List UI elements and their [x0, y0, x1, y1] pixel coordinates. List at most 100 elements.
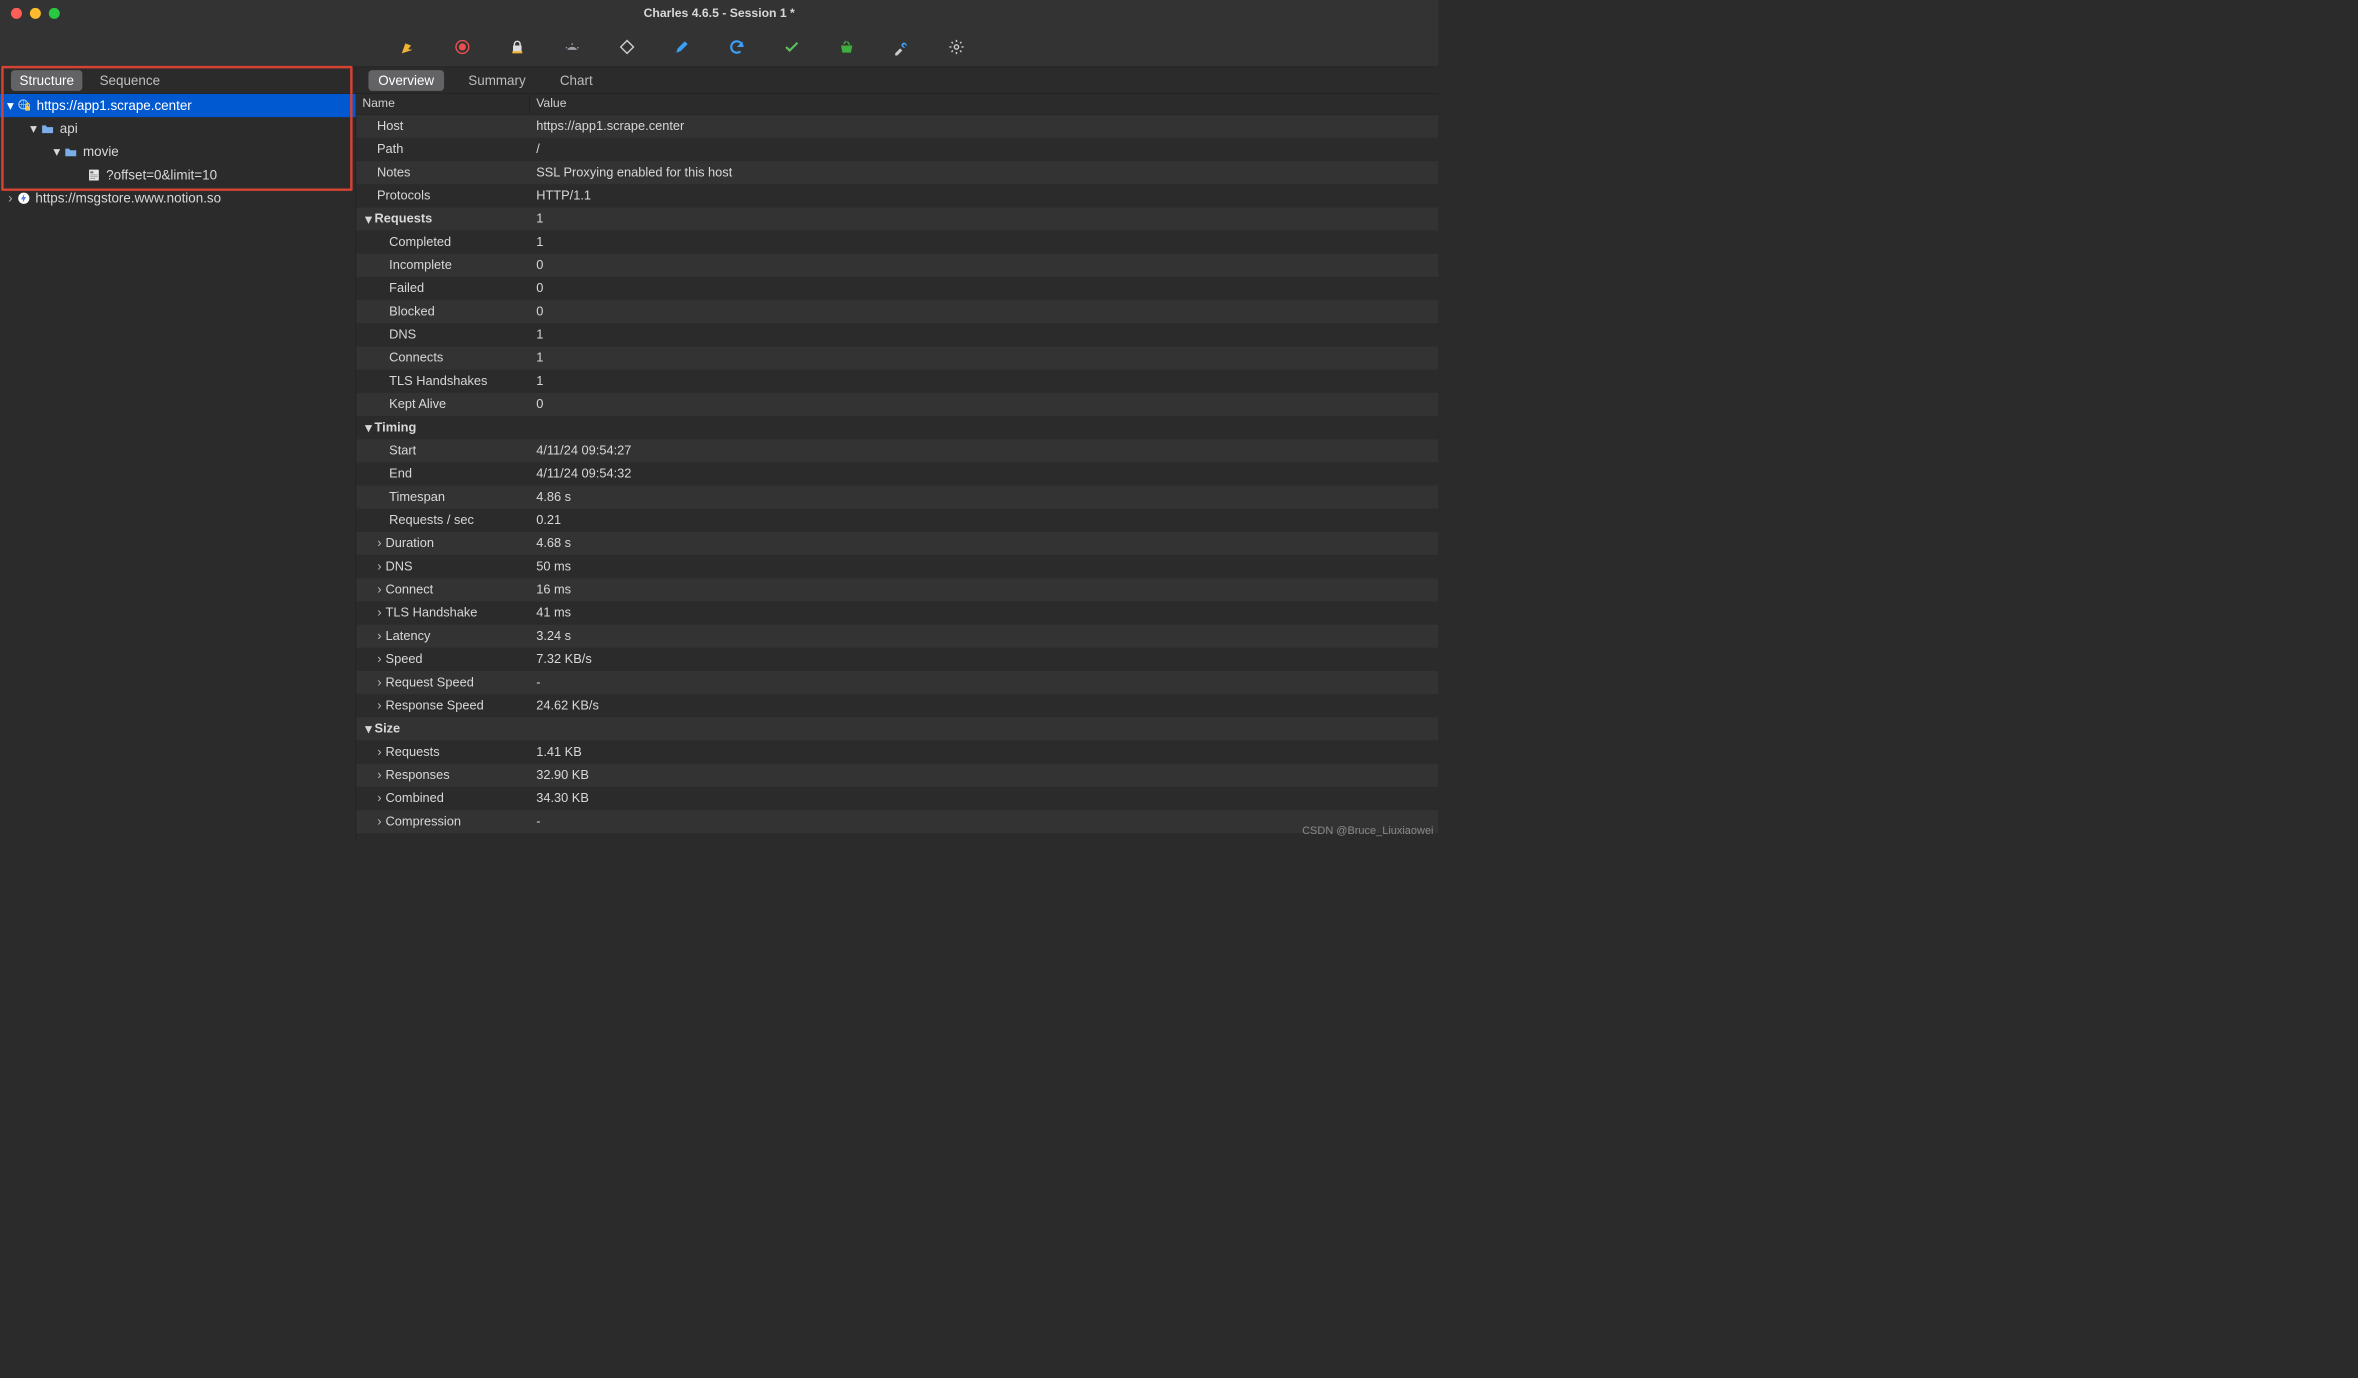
- folder-icon: [40, 123, 55, 135]
- cell-name: Protocols: [356, 188, 529, 203]
- chevron-right-icon[interactable]: ›: [373, 675, 385, 690]
- table-row[interactable]: ›TLS Handshake41 ms: [356, 601, 1438, 624]
- cell-value: 4.68 s: [529, 536, 1438, 551]
- table-row[interactable]: NotesSSL Proxying enabled for this host: [356, 161, 1438, 184]
- chevron-right-icon[interactable]: ›: [373, 583, 385, 598]
- chevron-right-icon[interactable]: ›: [373, 791, 385, 806]
- record-icon[interactable]: [453, 37, 473, 57]
- cell-name: Connects: [356, 351, 529, 366]
- table-row[interactable]: Connects1: [356, 346, 1438, 369]
- throttle-icon[interactable]: [562, 37, 582, 57]
- tree: ▾ https://app1.scrape.center ▾ api ▾ mov…: [0, 94, 356, 210]
- content-pane: Overview Summary Chart Name Value Hostht…: [356, 67, 1438, 840]
- window-minimize-button[interactable]: [30, 8, 41, 19]
- cell-name: Failed: [356, 281, 529, 296]
- table-row[interactable]: ›Compression-: [356, 810, 1438, 833]
- tree-request-item[interactable]: ?offset=0&limit=10: [0, 163, 356, 186]
- table-row[interactable]: Requests / sec0.21: [356, 509, 1438, 532]
- repeat-icon[interactable]: [727, 37, 747, 57]
- cell-name: Compression: [386, 814, 461, 829]
- col-name[interactable]: Name: [356, 94, 529, 114]
- table-row[interactable]: TLS Handshakes1: [356, 370, 1438, 393]
- table-row[interactable]: Blocked0: [356, 300, 1438, 323]
- chevron-down-icon[interactable]: ▾: [362, 211, 374, 226]
- table-row[interactable]: Path/: [356, 138, 1438, 161]
- tree-host-notion[interactable]: › https://msgstore.www.notion.so: [0, 187, 356, 210]
- tab-overview[interactable]: Overview: [368, 70, 443, 91]
- tree-folder-api[interactable]: ▾ api: [0, 117, 356, 140]
- table-row[interactable]: ›Duration 4.68 s: [356, 532, 1438, 555]
- cell-name: TLS Handshakes: [356, 374, 529, 389]
- table-row[interactable]: DNS1: [356, 323, 1438, 346]
- chevron-down-icon[interactable]: ▾: [362, 721, 374, 736]
- cell-name: Completed: [356, 235, 529, 250]
- chevron-right-icon[interactable]: ›: [373, 698, 385, 713]
- chevron-right-icon[interactable]: ›: [373, 606, 385, 621]
- window-zoom-button[interactable]: [49, 8, 60, 19]
- cell-value: 1: [529, 351, 1438, 366]
- tree-host-app1[interactable]: ▾ https://app1.scrape.center: [0, 94, 356, 117]
- tab-summary[interactable]: Summary: [459, 70, 536, 91]
- tree-folder-movie[interactable]: ▾ movie: [0, 140, 356, 163]
- table-row[interactable]: ›Requests1.41 KB: [356, 741, 1438, 764]
- table-row[interactable]: ›Latency3.24 s: [356, 625, 1438, 648]
- table-row[interactable]: ›Speed7.32 KB/s: [356, 648, 1438, 671]
- chevron-down-icon[interactable]: ▾: [5, 98, 16, 114]
- chevron-right-icon[interactable]: ›: [373, 559, 385, 574]
- ssl-proxy-icon[interactable]: [508, 37, 528, 57]
- table-row[interactable]: Completed1: [356, 231, 1438, 254]
- basket-icon[interactable]: [837, 37, 857, 57]
- cell-value: https://app1.scrape.center: [529, 119, 1438, 134]
- cell-name: Host: [356, 119, 529, 134]
- validate-icon[interactable]: [782, 37, 802, 57]
- chevron-right-icon[interactable]: ›: [5, 190, 16, 206]
- cell-name: Latency: [386, 629, 431, 644]
- chevron-right-icon[interactable]: ›: [373, 768, 385, 783]
- table-row[interactable]: Failed0: [356, 277, 1438, 300]
- chevron-right-icon[interactable]: ›: [373, 536, 385, 551]
- chevron-down-icon[interactable]: ▾: [51, 144, 62, 160]
- cell-value: 1: [529, 374, 1438, 389]
- table-row[interactable]: ›Connect16 ms: [356, 578, 1438, 601]
- table-row[interactable]: ›DNS50 ms: [356, 555, 1438, 578]
- cell-value: 0: [529, 304, 1438, 319]
- breakpoints-icon[interactable]: [617, 37, 637, 57]
- tab-structure[interactable]: Structure: [11, 70, 83, 91]
- cell-name: Kept Alive: [356, 397, 529, 412]
- table-row[interactable]: Incomplete0: [356, 254, 1438, 277]
- tab-sequence[interactable]: Sequence: [91, 70, 169, 91]
- cell-name: Duration: [386, 536, 434, 551]
- chevron-right-icon[interactable]: ›: [373, 814, 385, 829]
- section-requests[interactable]: ▾Requests1: [356, 207, 1438, 230]
- chevron-right-icon[interactable]: ›: [373, 652, 385, 667]
- tools-icon[interactable]: [892, 37, 912, 57]
- cell-name: DNS: [356, 328, 529, 343]
- settings-icon[interactable]: [947, 37, 967, 57]
- chevron-right-icon[interactable]: ›: [373, 629, 385, 644]
- table-row[interactable]: Hosthttps://app1.scrape.center: [356, 115, 1438, 138]
- table-row[interactable]: ProtocolsHTTP/1.1: [356, 184, 1438, 207]
- table-row[interactable]: Timespan4.86 s: [356, 486, 1438, 509]
- tree-host-label: https://msgstore.www.notion.so: [35, 190, 221, 206]
- table-row[interactable]: End4/11/24 09:54:32: [356, 462, 1438, 485]
- chevron-right-icon[interactable]: ›: [373, 745, 385, 760]
- tab-chart[interactable]: Chart: [550, 70, 602, 91]
- table-row[interactable]: ›Responses32.90 KB: [356, 764, 1438, 787]
- chevron-down-icon[interactable]: ▾: [362, 420, 374, 435]
- cell-name: Incomplete: [356, 258, 529, 273]
- table-row[interactable]: Start4/11/24 09:54:27: [356, 439, 1438, 462]
- table-row[interactable]: ›Combined34.30 KB: [356, 787, 1438, 810]
- chevron-down-icon[interactable]: ▾: [28, 121, 39, 137]
- tree-request-label: ?offset=0&limit=10: [106, 167, 217, 183]
- compose-icon[interactable]: [672, 37, 692, 57]
- table-row[interactable]: Kept Alive0: [356, 393, 1438, 416]
- table-row[interactable]: ›Response Speed24.62 KB/s: [356, 694, 1438, 717]
- col-value[interactable]: Value: [529, 94, 1438, 114]
- cell-name: Path: [356, 142, 529, 157]
- section-size[interactable]: ▾Size: [356, 717, 1438, 740]
- cell-name: Requests / sec: [356, 513, 529, 528]
- table-row[interactable]: ›Request Speed-: [356, 671, 1438, 694]
- section-timing[interactable]: ▾Timing: [356, 416, 1438, 439]
- clear-icon[interactable]: [398, 37, 418, 57]
- window-close-button[interactable]: [11, 8, 22, 19]
